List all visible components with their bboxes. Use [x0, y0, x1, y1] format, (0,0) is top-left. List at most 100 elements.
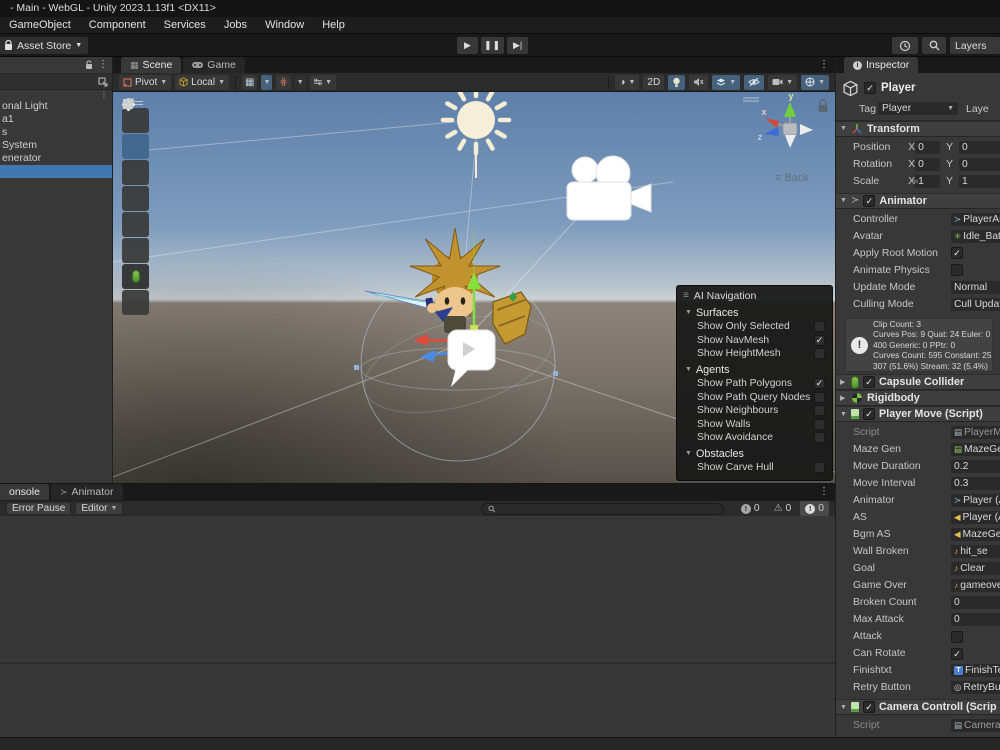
property-input[interactable]: 0.2	[951, 460, 1000, 473]
tool-transform[interactable]	[122, 238, 149, 263]
nav-option-checkbox[interactable]	[814, 348, 825, 359]
2d-toggle[interactable]: 2D	[643, 75, 664, 90]
menu-window[interactable]: Window	[265, 19, 304, 31]
property-dropdown[interactable]: Normal	[951, 281, 1000, 294]
nav-option-checkbox[interactable]: ✓	[814, 335, 825, 346]
hierarchy-item[interactable]: s	[0, 126, 112, 139]
x-value-field[interactable]: 0	[915, 141, 940, 154]
effects-dropdown[interactable]: ▼	[712, 75, 740, 90]
property-checkbox[interactable]	[951, 631, 963, 643]
tab-scene[interactable]: ▦ Scene	[121, 57, 181, 73]
grid-visibility-button[interactable]: ▦	[242, 75, 257, 90]
snap-increment-dropdown[interactable]: ▼	[295, 75, 306, 90]
nav-option-checkbox[interactable]	[814, 321, 825, 332]
x-axis-arrow[interactable]	[413, 334, 428, 346]
component-header-player-move[interactable]: ▼ ✓ Player Move (Script)	[836, 406, 1000, 422]
y-value-field[interactable]: 0	[959, 158, 1000, 171]
tool-rect[interactable]	[122, 212, 149, 237]
nav-option-checkbox[interactable]	[814, 405, 825, 416]
lock-icon[interactable]	[819, 100, 828, 112]
hierarchy-item[interactable]: enerator	[0, 152, 112, 165]
nav-option-checkbox[interactable]	[814, 392, 825, 403]
directional-light-gizmo[interactable]	[443, 92, 509, 178]
tab-animator[interactable]: ≻ Animator	[51, 484, 123, 500]
orientation-gizmo[interactable]: y x z	[758, 92, 813, 148]
error-pause-button[interactable]: Error Pause	[6, 502, 71, 515]
tool-move[interactable]	[122, 134, 149, 159]
gameobject-cube-icon[interactable]	[842, 80, 859, 97]
y-value-field[interactable]: 1	[959, 175, 1000, 188]
tool-rotate[interactable]	[122, 160, 149, 185]
component-header-rigidbody[interactable]: ▶ Rigidbody	[836, 390, 1000, 406]
link-icon[interactable]: ∞	[912, 176, 918, 186]
snap-increment-button[interactable]: ⋕	[276, 75, 290, 90]
version-control-button[interactable]	[892, 37, 918, 54]
hierarchy-item[interactable]: a1	[0, 113, 112, 126]
unlock-icon[interactable]	[85, 60, 93, 70]
component-header-transform[interactable]: ▼ Transform	[836, 121, 1000, 137]
pivot-dropdown[interactable]: Pivot▼	[119, 75, 171, 90]
property-checkbox[interactable]: ✓	[951, 648, 963, 660]
nav-section-obstacles[interactable]: ▼Obstacles	[677, 446, 832, 461]
camera-settings-dropdown[interactable]: ▼	[768, 75, 797, 90]
gameobject-name[interactable]: Player	[881, 82, 916, 94]
component-header-animator[interactable]: ▼ ≻ ✓ Animator	[836, 193, 1000, 209]
draw-mode-dropdown[interactable]: ◑▼	[615, 75, 639, 90]
kebab-menu-icon[interactable]: ⋮	[98, 60, 108, 70]
overlay-drag-handle[interactable]	[743, 98, 759, 101]
menu-gameobject[interactable]: GameObject	[9, 19, 71, 31]
grid-visibility-dropdown[interactable]: ▼	[261, 75, 272, 90]
scene-viewport[interactable]: y x z ≡ Back	[113, 92, 835, 483]
nav-option-checkbox[interactable]: ✓	[814, 378, 825, 389]
menu-help[interactable]: Help	[322, 19, 345, 31]
asset-store-button[interactable]: Asset Store ▼	[0, 37, 88, 54]
x-axis-cone[interactable]	[765, 118, 779, 128]
console-search[interactable]	[481, 503, 724, 515]
kebab-menu-icon[interactable]: ⋮	[100, 91, 108, 99]
local-dropdown[interactable]: Local▼	[175, 75, 229, 90]
menu-services[interactable]: Services	[164, 19, 206, 31]
enabled-checkbox[interactable]: ✓	[863, 376, 875, 388]
tab-inspector[interactable]: i Inspector	[844, 57, 918, 73]
picker-icon[interactable]	[98, 77, 108, 87]
object-field[interactable]: ▤CameraC	[951, 719, 1000, 732]
tab-game[interactable]: Game	[183, 57, 245, 73]
gizmos-dropdown[interactable]: ▼	[801, 75, 829, 90]
hierarchy-item[interactable]	[0, 165, 112, 178]
component-header-capsule-collider[interactable]: ▶ ✓ Capsule Collider	[836, 374, 1000, 390]
component-header-camera-controll[interactable]: ▼ ✓ Camera Controll (Scrip	[836, 699, 1000, 715]
ai-navigation-header[interactable]: ≡ AI Navigation	[677, 288, 832, 303]
warning-count-button[interactable]: ⚠ 0	[769, 501, 797, 516]
z-axis-arrow[interactable]	[420, 350, 435, 362]
scene-visibility-toggle[interactable]	[744, 75, 764, 90]
down-cone[interactable]	[785, 135, 796, 148]
property-input[interactable]: 0.3	[951, 477, 1000, 490]
editor-dropdown[interactable]: Editor▼	[75, 502, 123, 515]
property-dropdown[interactable]: Cull Update	[951, 298, 1000, 311]
object-field[interactable]: ♪Clear	[951, 562, 1000, 575]
play-button[interactable]: ▶	[457, 37, 478, 54]
tool-edit-collider[interactable]	[122, 264, 149, 289]
enabled-checkbox[interactable]: ✓	[863, 408, 875, 420]
object-field[interactable]: ≻Player (A	[951, 494, 1000, 507]
object-field[interactable]: ▤PlayerMo	[951, 426, 1000, 439]
tab-console[interactable]: onsole	[0, 484, 49, 500]
tool-hand[interactable]	[122, 108, 149, 133]
property-checkbox[interactable]: ✓	[951, 247, 963, 259]
y-value-field[interactable]: 0	[959, 141, 1000, 154]
step-button[interactable]: ▶|	[507, 37, 528, 54]
active-checkbox[interactable]: ✓	[864, 82, 876, 94]
x-value-field[interactable]: 0	[915, 158, 940, 171]
z-axis-cone[interactable]	[764, 127, 779, 136]
error-count-button[interactable]: ! 0	[800, 501, 829, 516]
object-field[interactable]: ♪hit_se	[951, 545, 1000, 558]
property-input[interactable]: 0	[951, 613, 1000, 626]
object-field[interactable]: ▤MazeGe	[951, 443, 1000, 456]
hierarchy-item[interactable]: onal Light	[0, 100, 112, 113]
object-field[interactable]: ◎RetryBut	[951, 681, 1000, 694]
menu-component[interactable]: Component	[89, 19, 146, 31]
view-back-label[interactable]: ≡ Back	[775, 172, 809, 184]
y-axis-cone[interactable]	[784, 102, 796, 117]
info-count-button[interactable]: ! 0	[736, 501, 765, 516]
camera-gizmo[interactable]	[567, 156, 651, 220]
